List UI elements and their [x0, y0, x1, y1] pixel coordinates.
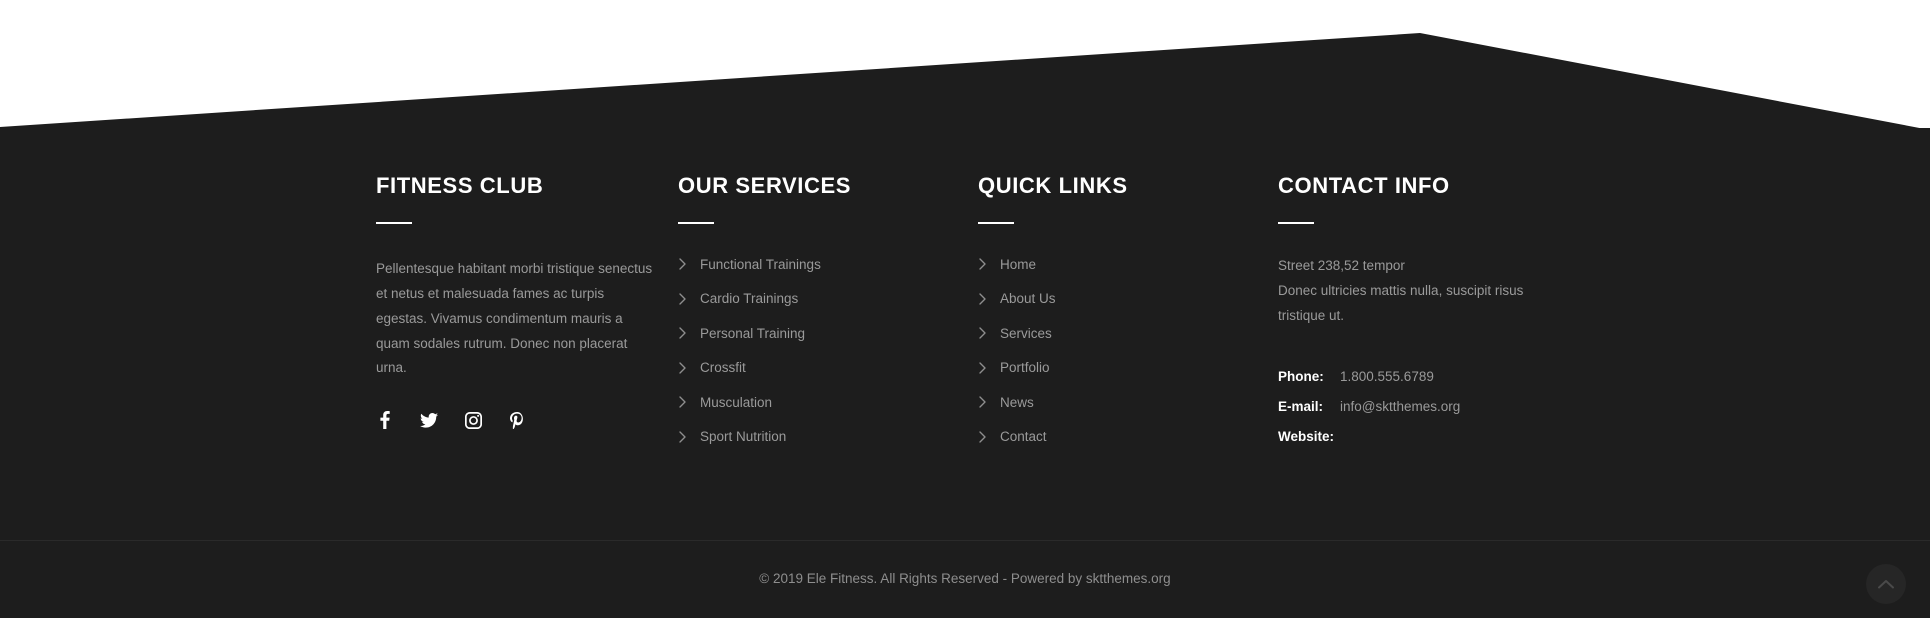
list-item[interactable]: Services	[978, 319, 1228, 348]
footer-column-contact: CONTACT INFO Street 238,52 tempor Donec …	[1278, 173, 1568, 459]
contact-row-email: E-mail: info@sktthemes.org	[1278, 399, 1568, 415]
website-label: Website:	[1278, 428, 1335, 444]
contact-row-phone: Phone: 1.800.555.6789	[1278, 369, 1568, 385]
instagram-icon[interactable]	[464, 411, 482, 429]
chevron-right-icon	[978, 258, 988, 271]
chevron-right-icon	[978, 362, 988, 374]
list-item[interactable]: Personal Training	[678, 319, 928, 348]
footer-column-quick-links: QUICK LINKS Home About Us Services Portf…	[978, 173, 1228, 457]
services-list: Functional Trainings Cardio Trainings Pe…	[678, 250, 928, 451]
list-item[interactable]: News	[978, 388, 1228, 417]
services-link[interactable]: Functional Trainings	[700, 258, 821, 272]
address-line: tristique ut.	[1278, 307, 1345, 323]
brand-description: Pellentesque habitant morbi tristique se…	[376, 261, 653, 376]
address-line: Donec ultricies mattis nulla, suscipit r…	[1278, 282, 1524, 298]
services-title: OUR SERVICES	[678, 173, 852, 198]
address-line: Street 238,52 tempor	[1278, 258, 1405, 274]
quick-link[interactable]: Contact	[1000, 430, 1047, 444]
services-link[interactable]: Musculation	[700, 396, 772, 410]
quick-link[interactable]: Portfolio	[1000, 361, 1050, 375]
quick-links-title: QUICK LINKS	[978, 173, 1128, 198]
facebook-icon[interactable]	[376, 411, 394, 430]
email-label: E-mail:	[1278, 398, 1324, 414]
title-divider	[1278, 222, 1314, 225]
chevron-right-icon	[678, 362, 688, 374]
chevron-right-icon	[678, 327, 688, 340]
list-item[interactable]: Crossfit	[678, 354, 928, 383]
angled-top-decoration	[0, 0, 1930, 135]
footer-column-services: OUR SERVICES Functional Trainings Cardio…	[678, 173, 928, 457]
email-value[interactable]: info@sktthemes.org	[1340, 399, 1460, 415]
list-item[interactable]: Contact	[978, 423, 1228, 452]
list-item[interactable]: Functional Trainings	[678, 250, 928, 279]
title-divider	[978, 222, 1014, 225]
brand-title: FITNESS CLUB	[376, 173, 544, 198]
chevron-right-icon	[678, 396, 688, 409]
quick-links-list: Home About Us Services Portfolio News Co…	[978, 250, 1228, 451]
social-links	[376, 411, 656, 430]
contact-title: CONTACT INFO	[1278, 173, 1450, 198]
quick-link[interactable]: About Us	[1000, 292, 1056, 306]
phone-value[interactable]: 1.800.555.6789	[1340, 369, 1434, 385]
list-item[interactable]: Musculation	[678, 388, 928, 417]
quick-link[interactable]: Services	[1000, 327, 1052, 341]
title-divider	[376, 222, 412, 225]
chevron-right-icon	[978, 431, 988, 443]
contact-row-website: Website:	[1278, 429, 1568, 445]
chevron-right-icon	[678, 293, 688, 305]
title-divider	[678, 222, 714, 225]
list-item[interactable]: Home	[978, 250, 1228, 279]
contact-address: Street 238,52 tempor Donec ultricies mat…	[1278, 254, 1568, 328]
twitter-glyph	[420, 412, 438, 428]
services-link[interactable]: Crossfit	[700, 361, 746, 375]
twitter-icon[interactable]	[420, 411, 438, 429]
footer-page: FITNESS CLUB Pellentesque habitant morbi…	[0, 0, 1930, 618]
chevron-right-icon	[978, 327, 988, 340]
chevron-right-icon	[678, 258, 688, 271]
phone-label: Phone:	[1278, 368, 1324, 384]
copyright-text: © 2019 Ele Fitness. All Rights Reserved …	[759, 571, 1171, 587]
facebook-glyph	[380, 411, 390, 430]
copyright-bar: © 2019 Ele Fitness. All Rights Reserved …	[0, 540, 1930, 618]
list-item[interactable]: Cardio Trainings	[678, 285, 928, 314]
chevron-right-icon	[678, 431, 688, 443]
list-item[interactable]: Sport Nutrition	[678, 423, 928, 452]
chevron-right-icon	[978, 396, 988, 409]
footer-main: FITNESS CLUB Pellentesque habitant morbi…	[0, 128, 1930, 540]
chevron-up-icon	[1878, 580, 1894, 589]
scroll-to-top-button[interactable]	[1866, 564, 1906, 604]
chevron-right-icon	[978, 293, 988, 305]
pinterest-icon[interactable]	[508, 411, 526, 429]
list-item[interactable]: About Us	[978, 285, 1228, 314]
footer-column-brand: FITNESS CLUB Pellentesque habitant morbi…	[376, 173, 656, 430]
services-link[interactable]: Sport Nutrition	[700, 430, 786, 444]
quick-link[interactable]: News	[1000, 396, 1034, 410]
instagram-glyph	[464, 411, 482, 429]
contact-details: Phone: 1.800.555.6789 E-mail: info@sktth…	[1278, 369, 1568, 446]
pinterest-glyph	[510, 411, 523, 429]
quick-link[interactable]: Home	[1000, 258, 1036, 272]
services-link[interactable]: Cardio Trainings	[700, 292, 798, 306]
list-item[interactable]: Portfolio	[978, 354, 1228, 383]
services-link[interactable]: Personal Training	[700, 327, 805, 341]
angled-shape-svg	[0, 33, 1930, 135]
